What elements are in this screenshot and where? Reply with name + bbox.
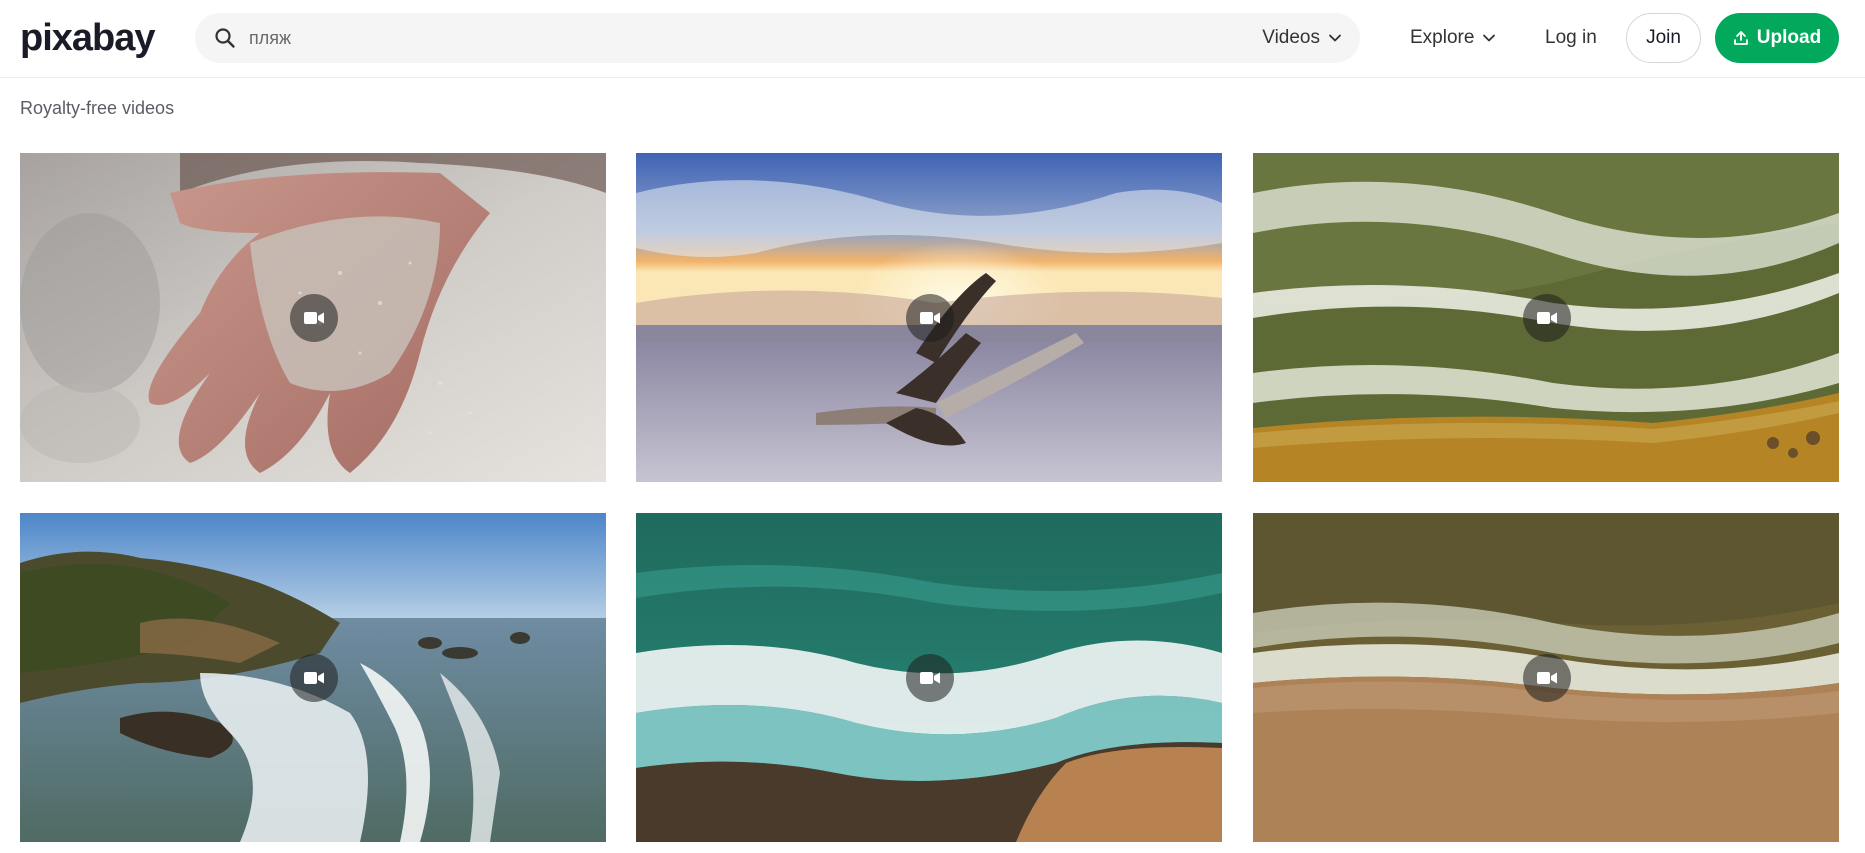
video-camera-icon bbox=[920, 312, 940, 324]
media-type-label: Videos bbox=[1262, 27, 1320, 48]
video-badge bbox=[1523, 294, 1571, 342]
media-type-dropdown[interactable]: Videos bbox=[1262, 13, 1342, 63]
video-badge bbox=[906, 294, 954, 342]
chevron-down-icon bbox=[1329, 34, 1341, 42]
page-subtitle: Royalty-free videos bbox=[20, 98, 175, 118]
search-bar[interactable]: Videos bbox=[195, 13, 1360, 63]
explore-label: Explore bbox=[1410, 27, 1475, 48]
video-badge bbox=[290, 654, 338, 702]
chevron-down-icon bbox=[1483, 34, 1496, 42]
video-camera-icon bbox=[304, 672, 324, 684]
video-camera-icon bbox=[1537, 312, 1557, 324]
search-input[interactable] bbox=[249, 13, 1149, 63]
video-camera-icon bbox=[304, 312, 324, 324]
join-button[interactable]: Join bbox=[1626, 13, 1701, 63]
upload-button[interactable]: Upload bbox=[1715, 13, 1839, 63]
explore-menu[interactable]: Explore bbox=[1410, 13, 1496, 63]
login-link[interactable]: Log in bbox=[1545, 13, 1597, 63]
video-thumbnail[interactable] bbox=[20, 153, 606, 482]
top-header: pixabay Videos Explore Log in Join Uploa… bbox=[0, 0, 1865, 78]
video-badge bbox=[290, 294, 338, 342]
search-icon[interactable] bbox=[213, 26, 237, 50]
upload-label: Upload bbox=[1756, 27, 1822, 48]
video-thumbnail[interactable] bbox=[1253, 513, 1839, 842]
pixabay-logo[interactable]: pixabay bbox=[20, 14, 156, 62]
video-camera-icon bbox=[920, 672, 940, 684]
video-badge bbox=[1523, 654, 1571, 702]
video-thumbnail[interactable] bbox=[20, 513, 606, 842]
video-thumbnail[interactable] bbox=[636, 513, 1222, 842]
upload-icon bbox=[1733, 31, 1748, 45]
video-thumbnail[interactable] bbox=[636, 153, 1222, 482]
video-thumbnail[interactable] bbox=[1253, 153, 1839, 482]
video-camera-icon bbox=[1537, 672, 1557, 684]
video-badge bbox=[906, 654, 954, 702]
